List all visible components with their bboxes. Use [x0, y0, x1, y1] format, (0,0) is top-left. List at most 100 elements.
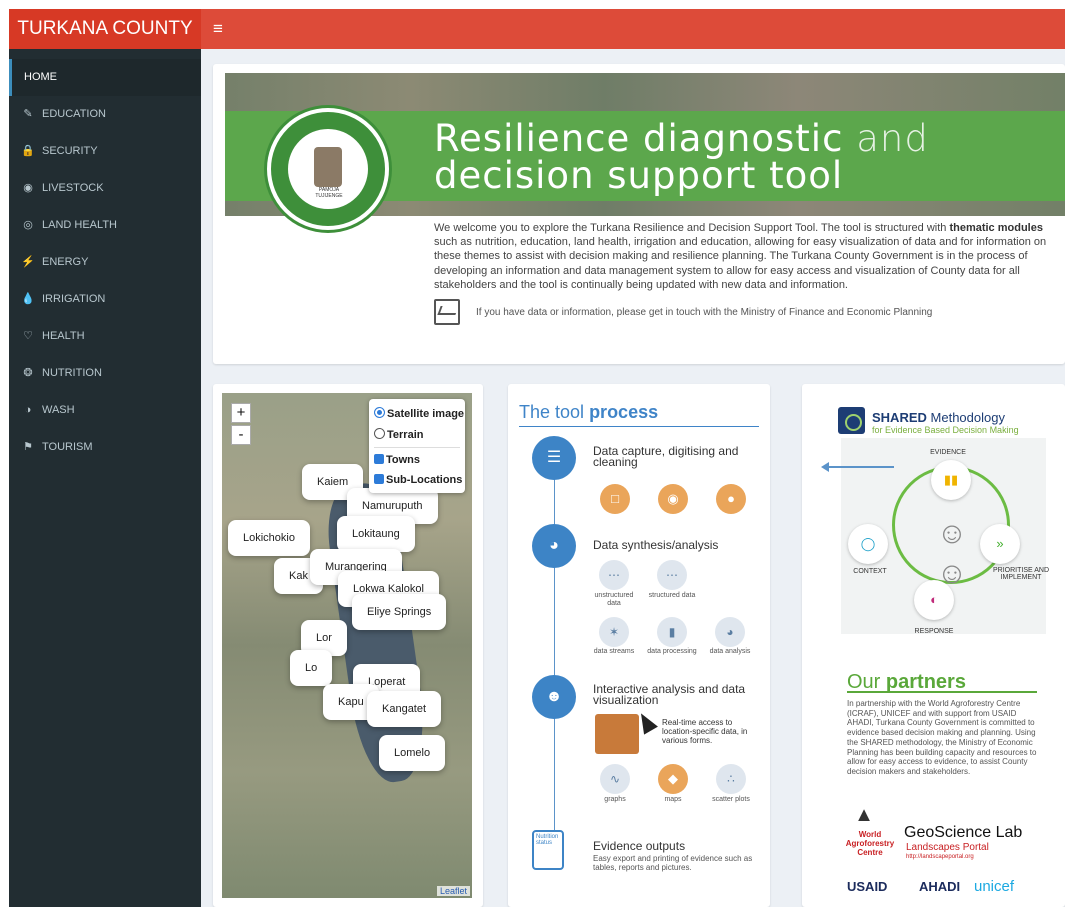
shared-title-rest: Methodology — [930, 410, 1005, 425]
phone-icon: □ — [600, 484, 630, 514]
layer-towns[interactable]: Towns — [374, 452, 420, 468]
step-synthesis-title: Data synthesis/analysis — [593, 538, 719, 552]
label-analysis: data analysis — [709, 648, 751, 655]
sidebar-item-energy[interactable]: ⚡ ENERGY — [9, 244, 201, 281]
sidebar-item-label: TOURISM — [42, 441, 93, 453]
map-marker[interactable]: Lokitaung — [337, 516, 415, 552]
tree-logo-icon: ▲ — [854, 804, 874, 826]
heart-icon: ♡ — [23, 330, 33, 342]
layer-divider — [374, 447, 460, 448]
radio-selected-icon — [374, 407, 385, 418]
headline-and: and — [856, 117, 929, 160]
map-marker[interactable]: Kangatet — [367, 691, 442, 727]
intro-p1: We welcome you to explore the Turkana Re… — [434, 222, 950, 234]
map-marker[interactable]: Lomelo — [379, 735, 446, 771]
sidebar-item-land-health[interactable]: ◎ LAND HEALTH — [9, 207, 201, 244]
county-map[interactable]: + - Kaiem Namuruputh Lokichokio Lokitaun… — [222, 393, 472, 898]
node-label-evidence: EVIDENCE — [930, 449, 966, 456]
headline-line2: decision support tool — [434, 154, 844, 197]
map-marker[interactable]: Eliye Springs — [352, 594, 447, 630]
zoom-in-button[interactable]: + — [231, 403, 251, 423]
usaid-logo[interactable]: USAID — [847, 879, 914, 894]
chat-icon: ● — [716, 484, 746, 514]
step-capture-title: Data capture, digitising and cleaning — [593, 444, 739, 469]
label-unstructured: unstructured data — [594, 592, 634, 607]
chevrons-icon: » — [980, 524, 1020, 564]
shared-logo-icon — [838, 407, 865, 434]
unicef-logo[interactable]: unicef — [974, 878, 1044, 895]
label-maps: maps — [664, 796, 682, 803]
bar-chart-icon: ▮▮ — [931, 460, 971, 500]
sidebar-item-label: LIVESTOCK — [42, 182, 104, 194]
label-streams: data streams — [593, 648, 635, 655]
zoom-out-button[interactable]: - — [231, 425, 251, 445]
ring-icon: ◯ — [848, 524, 888, 564]
sidebar-item-wash[interactable]: ◑ WASH — [9, 392, 201, 429]
network-icon: ✶ — [599, 617, 629, 647]
pie-chart-icon: ◕ — [532, 524, 576, 568]
wash-icon: ◑ — [24, 404, 32, 416]
checkbox-checked-icon — [374, 474, 384, 484]
icraf-logo-text[interactable]: World Agroforestry Centre — [845, 830, 895, 857]
label-scatter: scatter plots — [712, 796, 750, 803]
tool-process-panel: The tool process ☰ Data capture, digitis… — [508, 384, 770, 907]
nutrition-status-icon: Nutrition status — [532, 830, 564, 870]
sidebar-item-label: EDUCATION — [42, 108, 106, 120]
geoscience-lab-logo[interactable]: GeoScience Lab — [904, 824, 1054, 842]
sidebar-item-label: HOME — [24, 71, 57, 83]
step-visualization-title: Interactive analysis and data visualizat… — [593, 682, 746, 707]
user-icon: ☻ — [532, 675, 576, 719]
partners-title: Our partners — [847, 671, 1037, 693]
sidebar-item-health[interactable]: ♡ HEALTH — [9, 318, 201, 355]
shared-title-bold: SHARED — [872, 410, 927, 425]
map-marker[interactable]: Lokichokio — [228, 520, 310, 556]
sidebar-item-home[interactable]: HOME — [9, 59, 201, 96]
sidebar-item-education[interactable]: ✎ EDUCATION — [9, 96, 201, 133]
sidebar-item-label: WASH — [42, 404, 75, 416]
bubbles-icon: ⋯ — [599, 560, 629, 590]
arrow-left-icon — [821, 462, 894, 472]
partners-text: In partnership with the World Agroforest… — [847, 699, 1037, 776]
layer-label: Towns — [386, 454, 421, 466]
map-marker[interactable]: Lo — [290, 650, 333, 686]
sidebar-item-security[interactable]: 🔒 SECURITY — [9, 133, 201, 170]
evidence-text: Easy export and printing of evidence suc… — [593, 854, 753, 872]
layer-sublocations[interactable]: Sub-Locations — [374, 472, 462, 488]
realtime-text: Real-time access to location-specific da… — [662, 718, 748, 745]
layer-control[interactable]: Satellite image Terrain Towns Sub-Locati… — [369, 399, 465, 493]
sidebar-item-tourism[interactable]: ⚑ TOURISM — [9, 429, 201, 466]
seal-motto: PAMOJA TUJIJENGE — [315, 187, 343, 199]
topo-map-icon — [595, 714, 639, 754]
partners-title-bold: partners — [885, 671, 966, 693]
intro-text: We welcome you to explore the Turkana Re… — [434, 221, 1048, 292]
layer-satellite[interactable]: Satellite image — [374, 406, 464, 422]
sidebar-item-nutrition[interactable]: ❂ NUTRITION — [9, 355, 201, 392]
intro-bold: thematic modules — [949, 222, 1043, 234]
app-shell: TURKANA COUNTY ≡ HOME ✎ EDUCATION 🔒 SECU… — [9, 9, 1065, 907]
landscapes-portal-text: Landscapes Portal — [906, 842, 989, 853]
menu-toggle-icon[interactable]: ≡ — [213, 19, 225, 39]
checkbox-checked-icon — [374, 454, 384, 464]
map-attribution[interactable]: Leaflet — [436, 886, 470, 896]
paw-icon: ◉ — [23, 182, 33, 194]
layer-label: Terrain — [387, 429, 424, 441]
intro-panel: PAMOJA TUJIJENGE Resilience diagnostic a… — [213, 64, 1065, 364]
node-label-prioritise: PRIORITISE AND IMPLEMENT — [992, 567, 1049, 581]
layer-terrain[interactable]: Terrain — [374, 427, 423, 443]
sidebar-item-irrigation[interactable]: 💧 IRRIGATION — [9, 281, 201, 318]
sidebar-item-label: HEALTH — [42, 330, 85, 342]
county-seal: PAMOJA TUJIJENGE — [267, 108, 389, 230]
binoculars-icon: ⚑ — [23, 441, 33, 453]
step-evidence-title: Evidence outputs — [593, 839, 686, 853]
layer-label: Satellite image — [387, 408, 465, 420]
tool-process-title: The tool process — [519, 401, 759, 427]
pie-icon: ◕ — [715, 617, 745, 647]
ahadi-logo[interactable]: AHADI — [919, 879, 967, 894]
label-graphs: graphs — [604, 796, 626, 803]
node-label-context: CONTEXT — [853, 568, 887, 575]
landscapes-portal-url[interactable]: http://landscapeportal.org — [906, 854, 1056, 860]
label-processing: data processing — [647, 648, 697, 655]
response-icon: ◐ — [914, 580, 954, 620]
app-title[interactable]: TURKANA COUNTY — [9, 9, 201, 49]
sidebar-item-livestock[interactable]: ◉ LIVESTOCK — [9, 170, 201, 207]
